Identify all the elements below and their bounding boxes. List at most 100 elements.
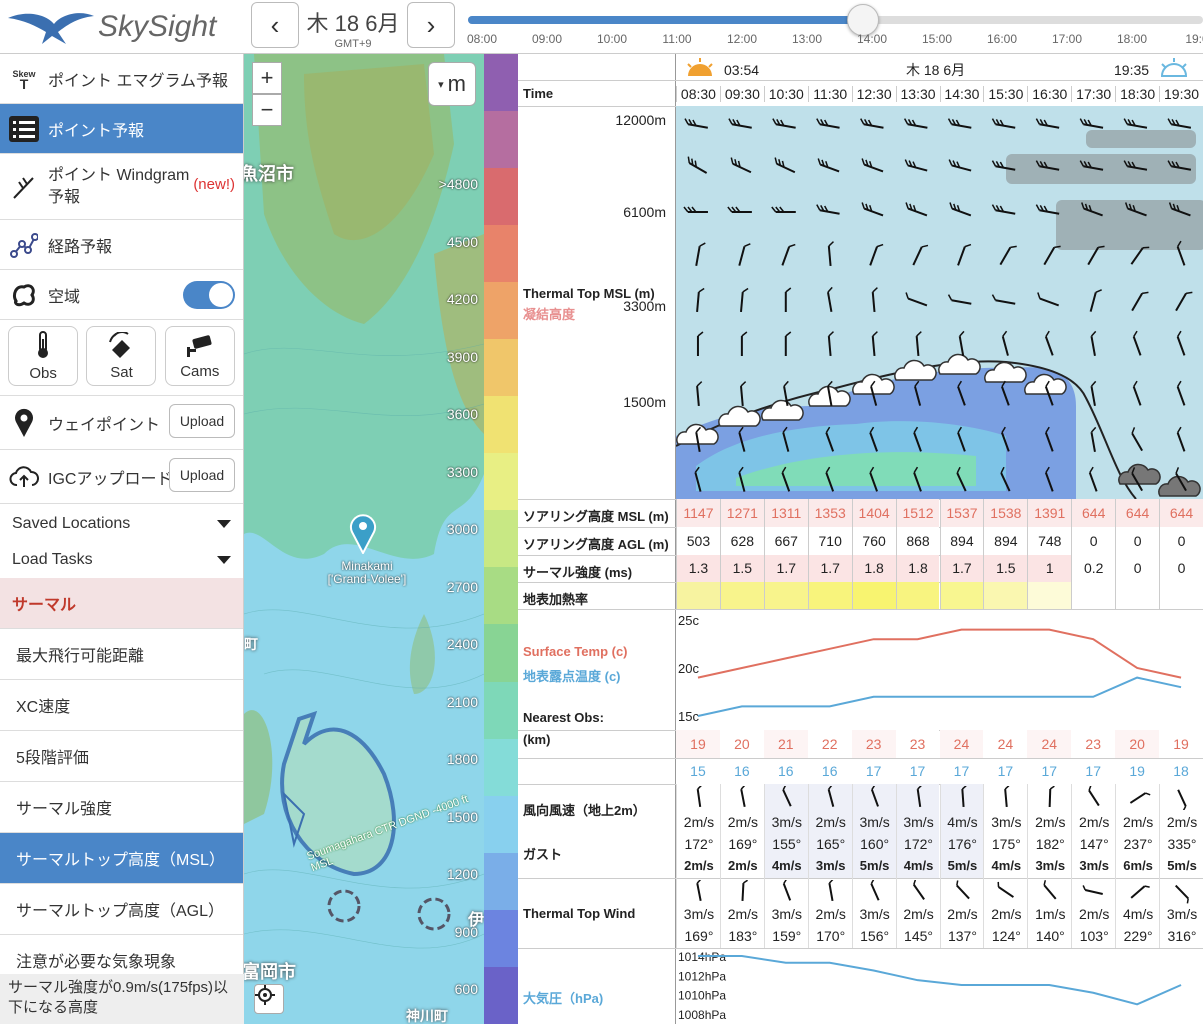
wind-speed: 2m/s: [991, 906, 1022, 922]
sidebar-item-igc[interactable]: IGCアップロード Upload: [0, 450, 243, 504]
wind-arrow-icon: [1130, 885, 1150, 899]
logo[interactable]: SkySight: [6, 4, 246, 50]
sidebar-item-windgram[interactable]: ポイント Windgram 予報 (new!): [0, 154, 243, 220]
next-day-button[interactable]: ›: [407, 2, 455, 48]
wind-direction: 156°: [860, 928, 890, 944]
table-cell: [851, 582, 896, 609]
airspace-toggle[interactable]: [183, 281, 235, 309]
wind-direction: 229°: [1123, 928, 1153, 944]
app-name: SkySight: [98, 10, 217, 43]
wind-speed: 2m/s: [1079, 906, 1110, 922]
layer-thermal-top-msl[interactable]: サーマルトップ高度（MSL）: [0, 833, 243, 884]
legend-label: 2700: [446, 578, 478, 595]
sat-button[interactable]: Sat: [86, 326, 157, 386]
sidebar-item-skewt[interactable]: Skew T ポイント エマグラム予報: [0, 54, 243, 104]
cams-button[interactable]: Cams: [164, 326, 235, 386]
dewpoint-cell: 16: [777, 763, 794, 779]
wind-arrow-icon: [1177, 789, 1187, 810]
wind-direction: 237°: [1123, 836, 1153, 852]
table-cell: [895, 582, 940, 609]
dewpoint-row: 15 16 16 16 17 17 17 17 17 17 19 18: [676, 758, 1203, 784]
zoom-out-button[interactable]: −: [252, 94, 282, 126]
layer-xc-speed[interactable]: XC速度: [0, 680, 243, 731]
cloud-upload-icon: [8, 461, 40, 493]
table-cell: 1.5: [983, 555, 1028, 582]
layer-description: サーマル強度が0.9m/s(175fps)以下になる高度: [0, 974, 244, 1024]
prev-day-button[interactable]: ‹: [251, 2, 299, 48]
dewpoint-cell: 17: [953, 763, 970, 779]
dewpoint-cell: 17: [909, 763, 926, 779]
time-cell: 12:30: [851, 86, 896, 102]
layer-5-rating[interactable]: 5段階評価: [0, 731, 243, 782]
wind-arrow-icon: [1088, 786, 1100, 807]
table-cell: [807, 582, 852, 609]
sidebar-item-route[interactable]: 経路予報: [0, 220, 243, 270]
wind-direction: 165°: [816, 836, 846, 852]
time-cell: 13:30: [895, 86, 940, 102]
table-row: 503 628 667 710 760 868 894 894 748 0 0 0: [676, 527, 1203, 555]
sidebar-item-label: ポイント エマグラム予報: [48, 72, 228, 90]
location-marker-icon[interactable]: [348, 512, 378, 554]
wind-arrow-icon: [870, 880, 880, 901]
temp-series-line: [697, 628, 1182, 679]
saved-locations-select[interactable]: Saved Locations: [0, 506, 243, 542]
dewpoint-cell: 17: [1041, 763, 1058, 779]
wind-direction: 160°: [860, 836, 890, 852]
color-scale-step: [484, 909, 518, 967]
map-label-town: 神川町: [406, 1008, 448, 1024]
table-row: [676, 582, 1203, 609]
wind-cell: 2m/s 237° 6m/s: [1115, 784, 1160, 878]
thermal-top-wind-cell: 2m/s 124°: [983, 878, 1027, 948]
unit-label: m: [447, 71, 466, 96]
igc-upload-button[interactable]: Upload: [169, 458, 235, 492]
table-cell: 644: [1071, 499, 1116, 527]
layer-group-thermal[interactable]: サーマル: [0, 578, 243, 629]
map-label-city: 魚沼市: [244, 164, 294, 184]
time-slider[interactable]: 08:00 09:00 10:00 11:00 12:00 13:00 14:00 15:00…: [466, 4, 1203, 52]
unit-select[interactable]: ▾ m: [428, 62, 476, 106]
load-tasks-select[interactable]: Load Tasks: [0, 542, 243, 578]
layer-max-distance[interactable]: 最大飛行可能距離: [0, 629, 243, 680]
zoom-in-button[interactable]: +: [252, 62, 282, 94]
sidebar-item-airspace[interactable]: 空域: [0, 270, 243, 320]
sidebar-item-waypoint[interactable]: ウェイポイント Upload: [0, 396, 243, 450]
time-cell: 09:30: [719, 86, 764, 102]
wind-speed: 2m/s: [815, 814, 846, 830]
saved-locations-label: Saved Locations: [12, 515, 131, 532]
layer-thermal-top-agl[interactable]: サーマルトップ高度（AGL）: [0, 884, 243, 935]
surface-wind-row: 2m/s 172° 2m/s 2m/s 169° 2m/s 3m/s 155° 4m/s 2m/s…: [676, 784, 1203, 878]
obs-button-row: Obs Sat Cams: [0, 320, 243, 396]
table-cell: [763, 582, 808, 609]
obs-button[interactable]: Obs: [8, 326, 79, 386]
legend-label: 3600: [446, 406, 478, 422]
slider-tick: 10:00: [596, 32, 628, 46]
dewpoint-cell: 17: [997, 763, 1014, 779]
gust-speed: 4m/s: [903, 858, 934, 873]
map[interactable]: + − ▾ m >4800 4500 4200 3900 3600 3300 3000 270…: [244, 54, 484, 1024]
sunrise-time: 03:54: [724, 62, 760, 78]
pressure-chart: 1014hPa1012hPa1010hPa1008hPa: [678, 950, 1182, 1022]
wind-direction: 172°: [684, 836, 714, 852]
sidebar-item-point-forecast[interactable]: ポイント予報: [0, 104, 243, 154]
map-label-edge: 伊: [468, 912, 484, 929]
table-cell: [983, 582, 1028, 609]
dewpoint-cell: 15: [690, 763, 706, 779]
table-cell: 1391: [1027, 499, 1072, 527]
color-scale-step: [484, 339, 518, 397]
locate-button[interactable]: [254, 984, 284, 1014]
wind-speed: 3m/s: [771, 906, 802, 922]
map-pin-icon: [8, 407, 40, 439]
layer-thermal-strength[interactable]: サーマル強度: [0, 782, 243, 833]
table-cell: 1271: [719, 499, 764, 527]
table-cell: 1537: [939, 499, 984, 527]
table-row-label: サーマル強度 (ms): [523, 565, 633, 580]
wind-speed: 2m/s: [1035, 814, 1066, 830]
wind-speed: 2m/s: [1122, 814, 1154, 830]
table-cell: [676, 582, 720, 609]
waypoint-upload-button[interactable]: Upload: [169, 404, 235, 438]
top-bar: SkySight ‹ 木 18 6月 GMT+9 › 08:00 09:00 10:…: [0, 0, 1203, 54]
pressure-label: 大気圧（hPa): [523, 991, 604, 1006]
wind-direction: 316°: [1167, 928, 1197, 944]
gust-speed: 2m/s: [728, 858, 758, 873]
caret-down-icon: [217, 556, 231, 564]
